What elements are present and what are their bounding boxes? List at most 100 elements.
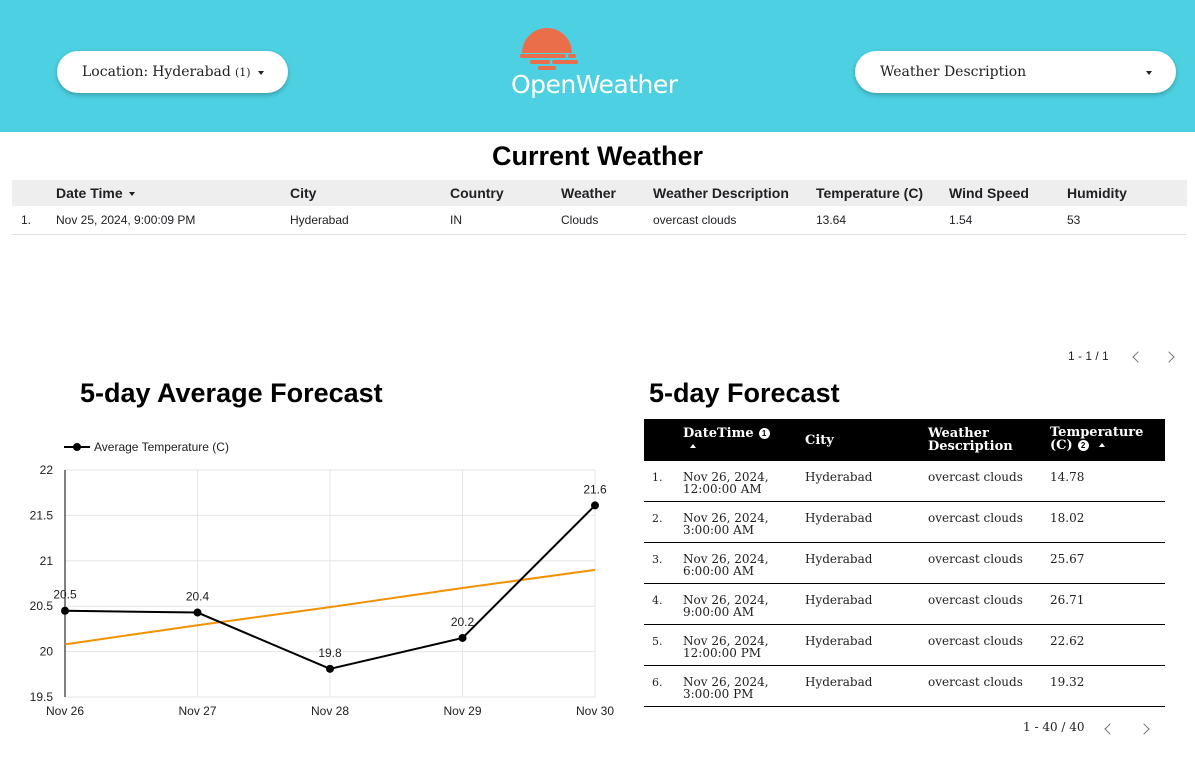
row-index: 1.	[652, 471, 663, 484]
data-label: 20.4	[186, 590, 210, 604]
current-table-pager: 1 - 1 / 1	[1068, 349, 1109, 363]
row-index: 3.	[652, 553, 663, 566]
weather-description-filter[interactable]: Weather Description	[855, 51, 1176, 93]
data-point	[193, 608, 202, 617]
location-filter[interactable]: Location: Hyderabad (1)	[57, 51, 288, 93]
column-header-datetime[interactable]: DateTime 1	[683, 427, 770, 453]
data-label: 20.2	[451, 615, 475, 629]
column-header-humidity[interactable]: Humidity	[1067, 185, 1127, 201]
table-row: 2. Nov 26, 2024, 3:00:00 AM Hyderabad overca…	[644, 502, 1165, 543]
table-row: 6. Nov 26, 2024, 3:00:00 PM Hyderabad overca…	[644, 666, 1165, 707]
cell-weather-description: overcast clouds	[928, 511, 1023, 525]
column-header-label-line2: (C)	[1050, 438, 1073, 453]
previous-page-icon[interactable]	[1104, 723, 1116, 735]
cell-temperature: 25.67	[1050, 552, 1085, 566]
column-header-city[interactable]: City	[290, 185, 316, 201]
cell-weather-description: overcast clouds	[928, 470, 1023, 484]
location-filter-key: Location:	[82, 64, 149, 80]
column-header-date-time[interactable]: Date Time	[56, 185, 135, 201]
cell-time: 6:00:00 AM	[683, 564, 755, 578]
next-page-icon[interactable]	[1163, 351, 1175, 363]
y-tick-label: 21	[40, 554, 54, 568]
row-index: 6.	[652, 676, 663, 689]
cell-time: 9:00:00 AM	[683, 605, 755, 619]
location-filter-count: (1)	[235, 65, 251, 79]
dropdown-arrow-icon	[258, 71, 264, 75]
cell-weather-description: overcast clouds	[928, 593, 1023, 607]
cell-humidity: 53	[1067, 213, 1081, 227]
cell-time: 12:00:00 AM	[683, 482, 762, 496]
cell-date-time: Nov 25, 2024, 9:00:09 PM	[56, 213, 196, 227]
y-tick-label: 22	[40, 463, 54, 477]
table-row: 1. Nov 25, 2024, 9:00:09 PM Hyderabad IN…	[12, 206, 1187, 235]
forecast-table-body: 1. Nov 26, 2024, 12:00:00 AM Hyderabad overc…	[644, 461, 1165, 707]
previous-page-icon[interactable]	[1132, 351, 1144, 363]
openweather-logo: OpenWeather	[508, 26, 688, 102]
column-header-temperature[interactable]: Temperature (C)	[816, 185, 923, 201]
cell-city: Hyderabad	[805, 511, 873, 525]
table-row: 4. Nov 26, 2024, 9:00:00 AM Hyderabad overca…	[644, 584, 1165, 625]
cell-city: Hyderabad	[805, 552, 873, 566]
cell-time: 12:00:00 PM	[683, 646, 762, 660]
column-header-weather-description[interactable]: Weather Description	[653, 185, 789, 201]
column-header-temperature[interactable]: Temperature (C) 2	[1050, 426, 1143, 452]
cell-temperature: 22.62	[1050, 634, 1085, 648]
column-header-label: Date Time	[56, 185, 123, 201]
x-tick-label: Nov 26	[46, 704, 84, 718]
forecast-title: 5-day Forecast	[649, 378, 840, 408]
cell-temperature: 26.71	[1050, 593, 1085, 607]
column-header-country[interactable]: Country	[450, 185, 504, 201]
column-header-city[interactable]: City	[805, 434, 834, 447]
data-point	[458, 633, 467, 642]
cell-weather: Clouds	[561, 213, 599, 227]
cell-temperature: 13.64	[816, 213, 847, 227]
row-index: 1.	[21, 213, 32, 227]
current-weather-title: Current Weather	[491, 141, 704, 171]
row-index: 4.	[652, 594, 663, 607]
forecast-table-pager: 1 - 40 / 40	[1023, 720, 1085, 734]
cell-city: Hyderabad	[805, 593, 873, 607]
y-tick-label: 19.5	[30, 690, 54, 704]
cell-time: 3:00:00 PM	[683, 687, 754, 701]
cell-datetime: Nov 26, 2024, 6:00:00 AM	[683, 553, 783, 577]
forecast-table: DateTime 1 City Weather Description Tempe…	[644, 419, 1165, 707]
data-label: 21.6	[583, 482, 607, 496]
data-label: 20.5	[53, 588, 77, 602]
legend-marker	[73, 443, 81, 451]
next-page-icon[interactable]	[1138, 723, 1150, 735]
row-index: 5.	[652, 635, 663, 648]
data-point	[591, 501, 599, 510]
cell-city: Hyderabad	[805, 470, 873, 484]
column-header-weather-description[interactable]: Weather Description	[928, 427, 1013, 453]
average-temperature-chart: 22 21.5 21 20.5 20 19.5Nov 26 Nov 27 Nov 28 Nov …	[30, 440, 615, 718]
table-header: Date Time City Country Weather Weather D…	[12, 180, 1187, 206]
column-header-label: DateTime	[683, 426, 754, 441]
sort-ascending-icon	[690, 444, 696, 448]
row-index: 2.	[652, 512, 663, 525]
cell-temperature: 18.02	[1050, 511, 1085, 525]
y-tick-label: 20.5	[30, 599, 54, 613]
cell-wind-speed: 1.54	[949, 213, 973, 227]
cell-datetime: Nov 26, 2024, 3:00:00 PM	[683, 676, 783, 700]
column-header-label-line2: Description	[928, 439, 1013, 454]
data-point	[326, 664, 334, 673]
x-tick-label: Nov 27	[178, 704, 216, 718]
location-filter-value: Hyderabad	[152, 64, 231, 80]
cell-datetime: Nov 26, 2024, 12:00:00 AM	[683, 471, 783, 495]
table-row: 3. Nov 26, 2024, 6:00:00 AM Hyderabad overca…	[644, 543, 1165, 584]
cell-weather-description: overcast clouds	[928, 552, 1023, 566]
cell-datetime: Nov 26, 2024, 12:00:00 PM	[683, 635, 783, 659]
y-tick-label: 20	[40, 645, 54, 659]
x-tick-label: Nov 29	[443, 704, 481, 718]
cell-temperature: 14.78	[1050, 470, 1085, 484]
cell-datetime: Nov 26, 2024, 9:00:00 AM	[683, 594, 783, 618]
data-point	[61, 606, 69, 615]
cell-city: Hyderabad	[805, 675, 873, 689]
dropdown-arrow-icon	[1146, 71, 1152, 75]
column-header-weather[interactable]: Weather	[561, 185, 616, 201]
column-header-wind-speed[interactable]: Wind Speed	[949, 185, 1029, 201]
cell-weather-description: overcast clouds	[928, 634, 1023, 648]
chart-title: 5-day Average Forecast	[80, 378, 383, 408]
logo-wordmark: OpenWeather	[511, 70, 678, 99]
cell-weather-description: overcast clouds	[928, 675, 1023, 689]
